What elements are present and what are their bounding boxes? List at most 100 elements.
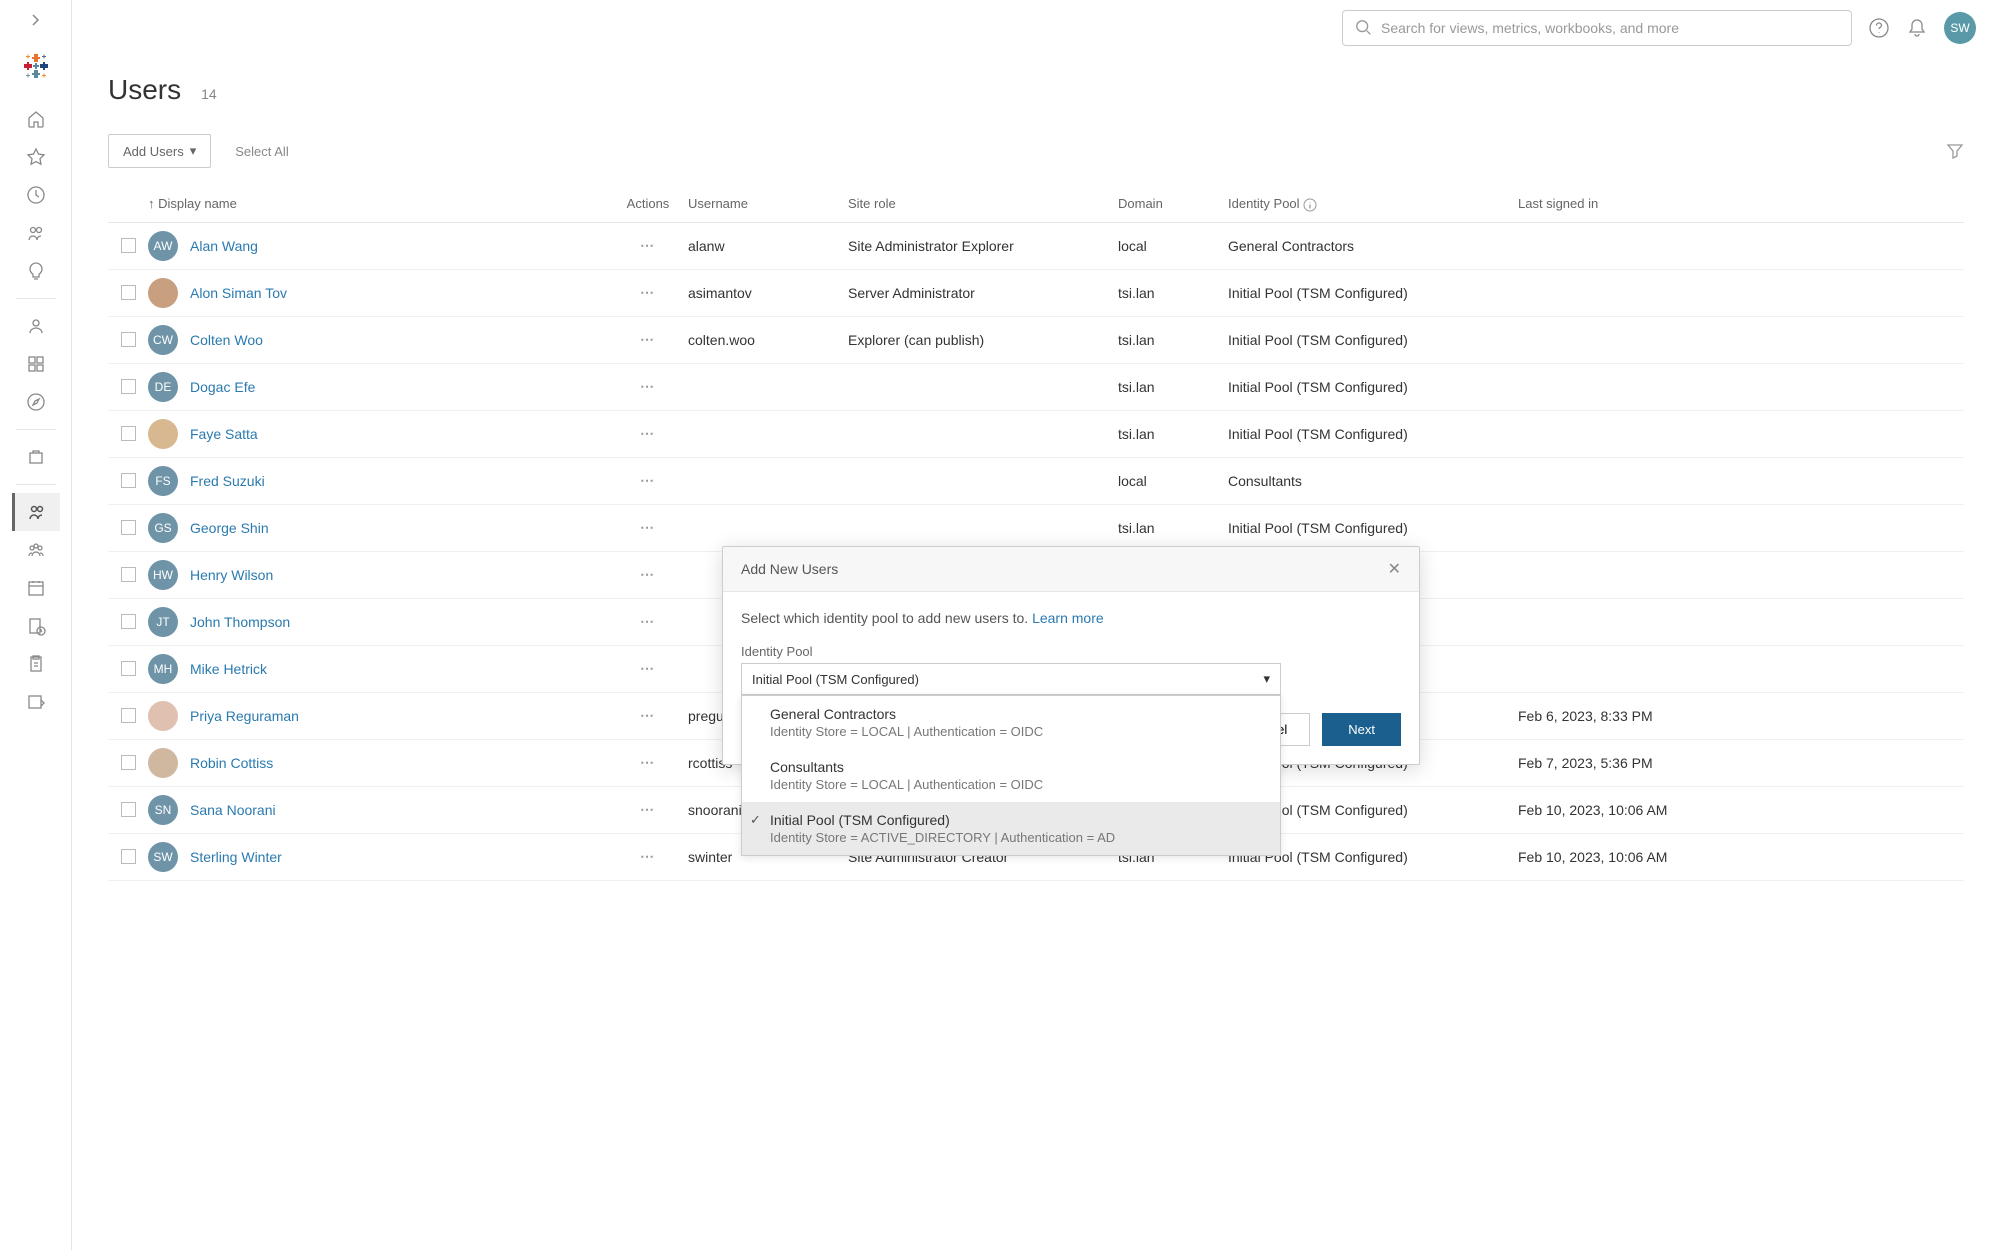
cell-identity-pool: Initial Pool (TSM Configured): [1228, 426, 1518, 442]
row-actions-menu[interactable]: ⋯: [640, 237, 656, 253]
user-name-link[interactable]: Fred Suzuki: [190, 473, 265, 489]
collections-icon[interactable]: [12, 345, 60, 383]
left-sidebar: [0, 0, 72, 1250]
row-actions-menu[interactable]: ⋯: [640, 754, 656, 770]
col-domain[interactable]: Domain: [1118, 196, 1228, 212]
user-name-link[interactable]: Faye Satta: [190, 426, 258, 442]
row-checkbox[interactable]: [121, 849, 136, 864]
row-actions-menu[interactable]: ⋯: [640, 848, 656, 864]
cell-domain: tsi.lan: [1118, 285, 1228, 301]
cell-identity-pool: General Contractors: [1228, 238, 1518, 254]
home-icon[interactable]: [12, 100, 60, 138]
col-username[interactable]: Username: [688, 196, 848, 212]
user-name-link[interactable]: Colten Woo: [190, 332, 263, 348]
table-row: DE Dogac Efe ⋯ tsi.lan Initial Pool (TSM…: [108, 364, 1964, 411]
notifications-icon[interactable]: [1906, 17, 1928, 39]
identity-pool-dropdown: General Contractors Identity Store = LOC…: [741, 695, 1281, 856]
row-actions-menu[interactable]: ⋯: [640, 613, 656, 629]
tasks-icon[interactable]: [12, 645, 60, 683]
user-name-link[interactable]: Sterling Winter: [190, 849, 282, 865]
row-actions-menu[interactable]: ⋯: [640, 284, 656, 300]
search-box[interactable]: [1342, 10, 1852, 46]
cell-domain: tsi.lan: [1118, 520, 1228, 536]
favorites-icon[interactable]: [12, 138, 60, 176]
cell-identity-pool: Initial Pool (TSM Configured): [1228, 379, 1518, 395]
row-checkbox[interactable]: [121, 802, 136, 817]
avatar: GS: [148, 513, 178, 543]
cell-site-role: Site Administrator Explorer: [848, 238, 1118, 254]
col-identity-pool[interactable]: Identity Pool: [1228, 196, 1518, 212]
row-checkbox[interactable]: [121, 379, 136, 394]
recommendations-icon[interactable]: [12, 252, 60, 290]
close-icon[interactable]: ✕: [1388, 559, 1401, 579]
identity-pool-select[interactable]: Initial Pool (TSM Configured) ▾: [741, 663, 1281, 695]
user-name-link[interactable]: Sana Noorani: [190, 802, 276, 818]
user-name-link[interactable]: Robin Cottiss: [190, 755, 273, 771]
table-row: AW Alan Wang ⋯ alanw Site Administrator …: [108, 223, 1964, 270]
check-icon: ✓: [750, 812, 761, 828]
info-icon[interactable]: [1303, 198, 1317, 212]
jobs-icon[interactable]: [12, 607, 60, 645]
select-all-button[interactable]: Select All: [235, 144, 288, 159]
schedules-icon[interactable]: [12, 569, 60, 607]
external-assets-icon[interactable]: [12, 438, 60, 476]
user-name-link[interactable]: John Thompson: [190, 614, 290, 630]
cell-username: alanw: [688, 238, 848, 254]
user-name-link[interactable]: Alan Wang: [190, 238, 258, 254]
row-checkbox[interactable]: [121, 238, 136, 253]
row-checkbox[interactable]: [121, 332, 136, 347]
row-actions-menu[interactable]: ⋯: [640, 425, 656, 441]
row-actions-menu[interactable]: ⋯: [640, 378, 656, 394]
col-site-role[interactable]: Site role: [848, 196, 1118, 212]
row-actions-menu[interactable]: ⋯: [640, 660, 656, 676]
user-name-link[interactable]: Dogac Efe: [190, 379, 255, 395]
row-checkbox[interactable]: [121, 567, 136, 582]
row-checkbox[interactable]: [121, 614, 136, 629]
groups-icon[interactable]: [12, 531, 60, 569]
search-input[interactable]: [1381, 20, 1839, 36]
row-actions-menu[interactable]: ⋯: [640, 566, 656, 582]
add-users-button[interactable]: Add Users ▾: [108, 134, 211, 168]
learn-more-link[interactable]: Learn more: [1032, 610, 1104, 626]
row-checkbox[interactable]: [121, 285, 136, 300]
expand-sidebar-icon[interactable]: [28, 12, 44, 28]
row-checkbox[interactable]: [121, 520, 136, 535]
row-actions-menu[interactable]: ⋯: [640, 519, 656, 535]
dropdown-option[interactable]: General Contractors Identity Store = LOC…: [742, 696, 1280, 749]
page-count: 14: [201, 86, 217, 102]
avatar: [148, 748, 178, 778]
row-checkbox[interactable]: [121, 473, 136, 488]
filter-icon[interactable]: [1946, 142, 1964, 160]
user-avatar[interactable]: SW: [1944, 12, 1976, 44]
row-checkbox[interactable]: [121, 426, 136, 441]
recents-icon[interactable]: [12, 176, 60, 214]
dropdown-option[interactable]: Consultants Identity Store = LOCAL | Aut…: [742, 749, 1280, 802]
row-actions-menu[interactable]: ⋯: [640, 707, 656, 723]
site-status-icon[interactable]: [12, 683, 60, 721]
user-name-link[interactable]: Alon Siman Tov: [190, 285, 287, 301]
explore-icon[interactable]: [12, 383, 60, 421]
row-checkbox[interactable]: [121, 755, 136, 770]
row-checkbox[interactable]: [121, 661, 136, 676]
row-actions-menu[interactable]: ⋯: [640, 331, 656, 347]
help-icon[interactable]: [1868, 17, 1890, 39]
modal-title: Add New Users: [741, 561, 838, 577]
user-name-link[interactable]: Mike Hetrick: [190, 661, 267, 677]
next-button[interactable]: Next: [1322, 713, 1401, 746]
avatar: DE: [148, 372, 178, 402]
row-checkbox[interactable]: [121, 708, 136, 723]
users-nav-icon[interactable]: [12, 493, 60, 531]
row-actions-menu[interactable]: ⋯: [640, 801, 656, 817]
col-last-signed-in[interactable]: Last signed in: [1518, 196, 1964, 212]
user-name-link[interactable]: Henry Wilson: [190, 567, 273, 583]
user-name-link[interactable]: George Shin: [190, 520, 269, 536]
cell-identity-pool: Initial Pool (TSM Configured): [1228, 520, 1518, 536]
dropdown-option[interactable]: ✓ Initial Pool (TSM Configured) Identity…: [742, 802, 1280, 855]
user-name-link[interactable]: Priya Reguraman: [190, 708, 299, 724]
tableau-logo-icon[interactable]: [22, 52, 50, 80]
row-actions-menu[interactable]: ⋯: [640, 472, 656, 488]
cell-last-signed-in: Feb 7, 2023, 5:36 PM: [1518, 755, 1964, 771]
col-display-name[interactable]: ↑ Display name: [148, 196, 608, 212]
personal-space-icon[interactable]: [12, 307, 60, 345]
shared-icon[interactable]: [12, 214, 60, 252]
